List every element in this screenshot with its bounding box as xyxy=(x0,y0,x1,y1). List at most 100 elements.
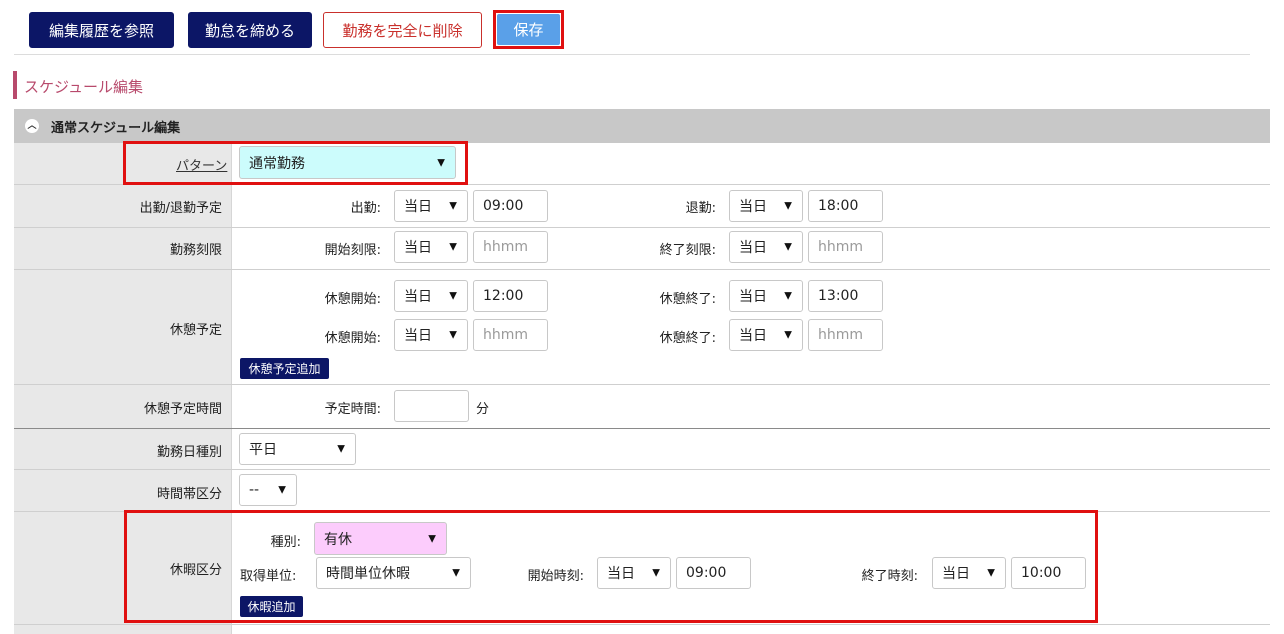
leave-end-label: 終了時刻: xyxy=(861,569,918,584)
add-break-button[interactable]: 休憩予定追加 xyxy=(240,358,329,379)
out-day-value: 当日 xyxy=(739,199,767,215)
break-start-label: 休憩開始: xyxy=(324,331,381,346)
limits-label: 勤務刻限 xyxy=(169,243,222,258)
break-start-day-value: 当日 xyxy=(404,328,432,344)
break-start-input[interactable]: hhmm xyxy=(473,319,548,351)
in-day-select[interactable]: 当日 ▼ xyxy=(394,190,468,222)
add-leave-button[interactable]: 休暇追加 xyxy=(240,596,303,617)
caret-down-icon: ▼ xyxy=(784,329,792,341)
leave-start-value: 09:00 xyxy=(686,565,727,581)
end-limit-input[interactable]: hhmm xyxy=(808,231,883,263)
break-start-day-value: 当日 xyxy=(404,289,432,305)
edit-history-label: 編集履歴を参照 xyxy=(48,21,154,40)
day-type-value: 平日 xyxy=(249,442,277,458)
caret-down-icon: ▼ xyxy=(652,567,660,579)
day-type-select[interactable]: 平日 ▼ xyxy=(239,433,356,465)
in-day-value: 当日 xyxy=(404,199,432,215)
caret-down-icon: ▼ xyxy=(452,567,460,579)
break-start-input[interactable]: 12:00 xyxy=(473,280,548,312)
row-divider xyxy=(14,269,1270,270)
break-end-day-select[interactable]: 当日 ▼ xyxy=(729,280,803,312)
caret-down-icon: ▼ xyxy=(449,200,457,212)
caret-down-icon: ▼ xyxy=(784,200,792,212)
pattern-select[interactable]: 通常勤務 ▼ xyxy=(239,146,456,179)
leave-start-day-value: 当日 xyxy=(607,566,635,582)
section-accent xyxy=(13,71,17,99)
group-divider xyxy=(14,428,1270,429)
toolbar-divider xyxy=(14,54,1250,55)
caret-down-icon: ▼ xyxy=(784,241,792,253)
leave-unit-value: 時間単位休暇 xyxy=(326,566,410,582)
break-start-label: 休憩開始: xyxy=(324,292,381,307)
leave-unit-label: 取得単位: xyxy=(240,569,297,584)
end-limit-day-select[interactable]: 当日 ▼ xyxy=(729,231,803,263)
close-attendance-button[interactable]: 勤怠を締める xyxy=(188,12,312,48)
start-limit-input[interactable]: hhmm xyxy=(473,231,548,263)
leave-end-day-value: 当日 xyxy=(942,566,970,582)
caret-down-icon: ▼ xyxy=(337,443,345,455)
start-limit-day-value: 当日 xyxy=(404,240,432,256)
add-break-label: 休憩予定追加 xyxy=(248,362,321,376)
out-time-input[interactable]: 18:00 xyxy=(808,190,883,222)
in-time-input[interactable]: 09:00 xyxy=(473,190,548,222)
leave-type-label: 種別: xyxy=(270,535,301,550)
caret-down-icon: ▼ xyxy=(449,241,457,253)
leave-end-day-select[interactable]: 当日 ▼ xyxy=(932,557,1006,589)
save-button[interactable]: 保存 xyxy=(497,14,560,45)
add-leave-label: 休暇追加 xyxy=(247,600,296,614)
row-divider xyxy=(14,469,1270,470)
in-time-value: 09:00 xyxy=(483,198,524,214)
break-end-placeholder: hhmm xyxy=(818,327,864,343)
row-divider xyxy=(14,384,1270,385)
break-end-label: 休憩終了: xyxy=(659,292,716,307)
end-limit-label: 終了刻限: xyxy=(659,243,716,258)
start-limit-day-select[interactable]: 当日 ▼ xyxy=(394,231,468,263)
break-start-placeholder: hhmm xyxy=(483,327,529,343)
time-zone-select[interactable]: -- ▼ xyxy=(239,474,297,506)
leave-type-value: 有休 xyxy=(324,531,352,548)
day-type-label: 勤務日種別 xyxy=(156,445,222,460)
caret-down-icon: ▼ xyxy=(428,533,436,544)
break-start-day-select[interactable]: 当日 ▼ xyxy=(394,319,468,351)
save-label: 保存 xyxy=(513,21,544,39)
time-zone-value: -- xyxy=(249,482,260,498)
delete-work-button[interactable]: 勤務を完全に削除 xyxy=(323,12,482,48)
break-start-day-select[interactable]: 当日 ▼ xyxy=(394,280,468,312)
breaks-label: 休憩予定 xyxy=(169,323,222,338)
break-end-day-select[interactable]: 当日 ▼ xyxy=(729,319,803,351)
caret-down-icon: ▼ xyxy=(784,290,792,302)
out-time-value: 18:00 xyxy=(818,198,859,214)
leave-start-day-select[interactable]: 当日 ▼ xyxy=(597,557,671,589)
pattern-value: 通常勤務 xyxy=(249,155,305,172)
planned-time-label: 予定時間: xyxy=(324,402,381,417)
panel-title: 通常スケジュール編集 xyxy=(51,120,181,136)
leave-unit-select[interactable]: 時間単位休暇 ▼ xyxy=(316,557,471,589)
break-end-input[interactable]: hhmm xyxy=(808,319,883,351)
break-end-day-value: 当日 xyxy=(739,328,767,344)
in-label: 出勤: xyxy=(350,201,381,216)
start-limit-label: 開始刻限: xyxy=(324,243,381,258)
close-attendance-label: 勤怠を締める xyxy=(204,21,295,40)
caret-down-icon: ▼ xyxy=(987,567,995,579)
caret-down-icon: ▼ xyxy=(437,157,445,168)
break-time-label: 休憩予定時間 xyxy=(143,402,222,417)
break-end-day-value: 当日 xyxy=(739,289,767,305)
leave-start-input[interactable]: 09:00 xyxy=(676,557,751,589)
out-label: 退勤: xyxy=(685,201,716,216)
panel-header[interactable]: ︿ 通常スケジュール編集 xyxy=(14,109,1270,143)
break-minutes-input[interactable] xyxy=(394,390,469,422)
leave-end-input[interactable]: 10:00 xyxy=(1011,557,1086,589)
break-end-input[interactable]: 13:00 xyxy=(808,280,883,312)
start-limit-placeholder: hhmm xyxy=(483,239,529,255)
chevron-up-icon[interactable]: ︿ xyxy=(25,119,39,133)
end-limit-placeholder: hhmm xyxy=(818,239,864,255)
time-zone-label: 時間帯区分 xyxy=(156,487,222,502)
caret-down-icon: ▼ xyxy=(278,484,286,496)
row-divider xyxy=(14,624,1270,625)
out-day-select[interactable]: 当日 ▼ xyxy=(729,190,803,222)
pattern-link[interactable]: パターン xyxy=(176,155,227,174)
leave-end-value: 10:00 xyxy=(1021,565,1062,581)
edit-history-button[interactable]: 編集履歴を参照 xyxy=(29,12,174,48)
leave-type-select[interactable]: 有休 ▼ xyxy=(314,522,447,555)
delete-work-label: 勤務を完全に削除 xyxy=(342,21,463,40)
